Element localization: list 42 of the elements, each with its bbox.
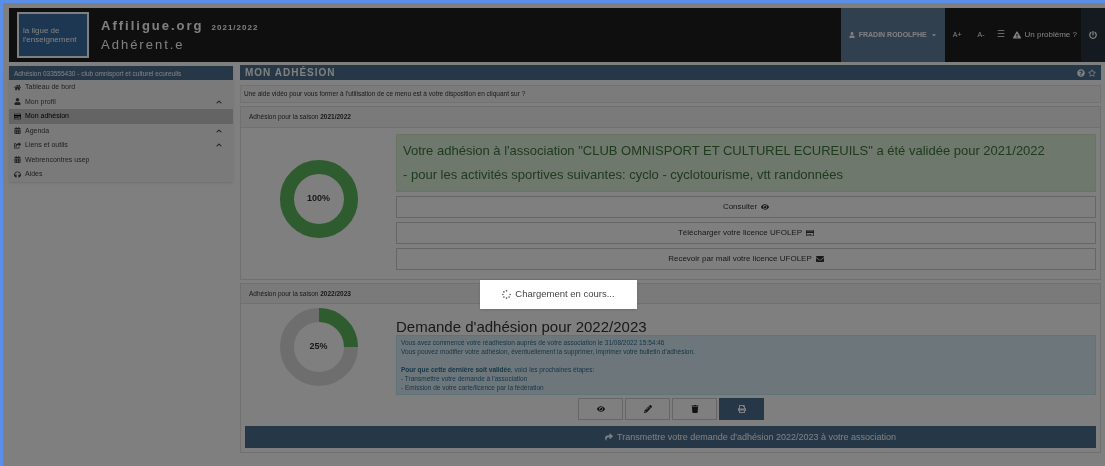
action-button[interactable]: Recevoir par mail votre licence UFOLEP (396, 247, 1096, 270)
action-button[interactable]: Télécharger votre licence UFOLEP (396, 221, 1096, 244)
power-icon (1089, 31, 1097, 39)
forward-icon (604, 433, 613, 442)
logo[interactable]: la ligue de l'enseignement (17, 12, 89, 58)
star-icon[interactable] (1088, 68, 1096, 77)
eye-icon (761, 202, 770, 211)
logo-text: la ligue de l'enseignement (23, 26, 78, 44)
progress-percent: 100% (307, 191, 330, 205)
share-icon (14, 141, 21, 149)
envelope-icon (815, 254, 824, 263)
progress-percent: 25% (309, 340, 328, 354)
calendar-icon (14, 127, 21, 135)
page-title: MON ADHÉSION (245, 65, 337, 80)
headset-icon (14, 170, 21, 178)
loading-text: Chargement en cours... (515, 287, 615, 302)
app-subtitle: Adhérent.e (101, 36, 186, 54)
help-icon[interactable] (1077, 68, 1085, 77)
tool-button[interactable] (719, 398, 764, 421)
card-icon (806, 228, 815, 237)
warning-icon (1012, 31, 1021, 39)
user-icon (848, 32, 855, 38)
report-problem-button[interactable]: Un problème ? (1008, 8, 1081, 62)
print-icon (737, 405, 746, 414)
menu-button[interactable]: ☰ (992, 8, 1009, 62)
success-line: Votre adhésion à l'association "CLUB OMNISPORT ET CULTUREL ECUREUILS" a été validée pour 2021/2022 (403, 141, 1046, 160)
pencil-icon (643, 405, 652, 414)
caret-icon (930, 32, 937, 38)
app-name: Affiligue.org (101, 16, 204, 35)
action-button[interactable]: Consulter (396, 195, 1096, 218)
home-icon (14, 83, 21, 91)
submit-request-button[interactable]: Transmettre votre demande d'adhésion 2022/2023 à votre association (245, 426, 1096, 449)
success-line: - pour les activités sportives suivantes: cyclo - cyclotourisme, vtt randonnées (403, 165, 844, 184)
logout-button[interactable] (1081, 8, 1105, 62)
card-icon (14, 112, 21, 120)
request-title: Demande d'adhésion pour 2022/2023 (396, 318, 648, 336)
eye-icon (596, 405, 605, 414)
calendar-icon (14, 156, 21, 164)
spinner-icon (502, 290, 512, 299)
trash-icon (690, 405, 699, 414)
user-icon (14, 98, 21, 106)
season-label: 2021/2022 (211, 21, 259, 34)
